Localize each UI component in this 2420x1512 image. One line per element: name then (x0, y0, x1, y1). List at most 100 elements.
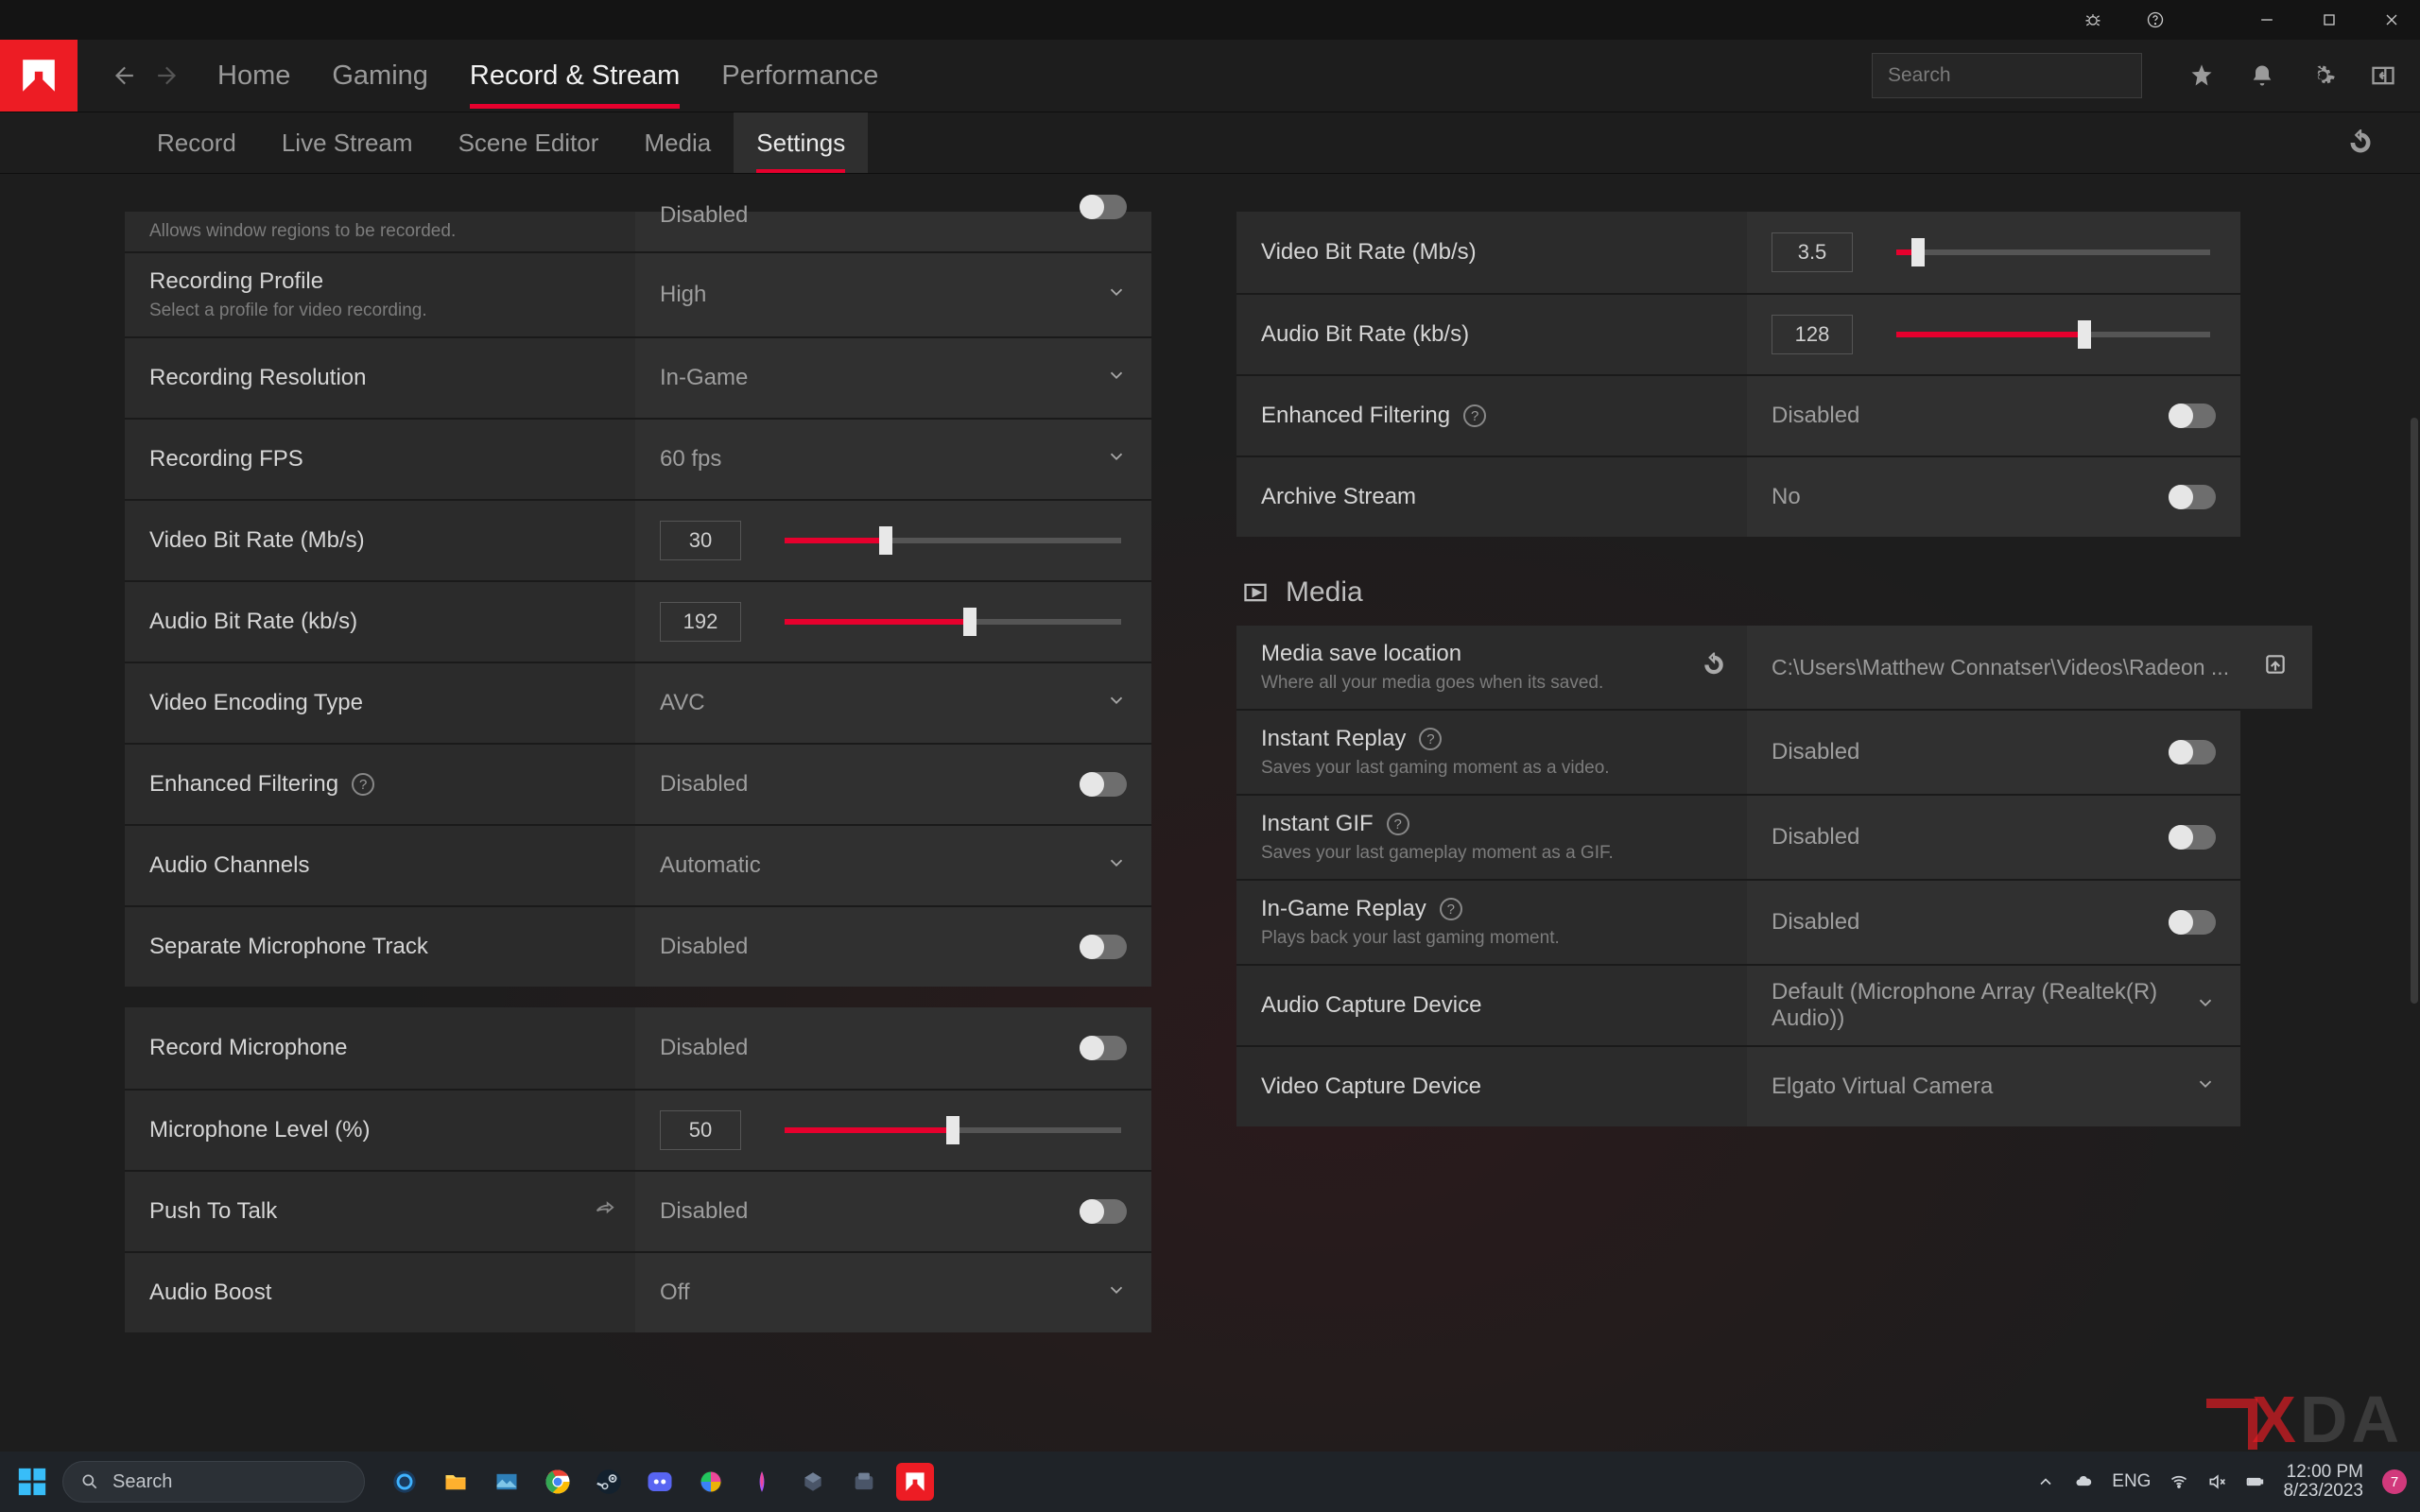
chevron-down-icon (2195, 1074, 2216, 1101)
help-icon[interactable]: ? (1440, 898, 1462, 920)
media-section-title: Media (1286, 576, 1363, 609)
setting-label: Recording FPS (149, 446, 611, 472)
toggle-switch[interactable] (2169, 404, 2216, 428)
setting-value-cell: 50 (635, 1091, 1151, 1170)
tray-time: 12:00 PM (2283, 1463, 2363, 1482)
app-chrome[interactable] (539, 1463, 577, 1501)
subnav-record[interactable]: Record (134, 112, 259, 173)
setting-value[interactable]: Elgato Virtual Camera (1772, 1074, 1993, 1100)
numeric-input[interactable]: 128 (1772, 315, 1853, 354)
subnav-media[interactable]: Media (621, 112, 734, 173)
amd-logo[interactable] (0, 40, 78, 112)
dock-icon[interactable] (2369, 61, 2397, 90)
app-generic-2[interactable] (743, 1463, 781, 1501)
bug-icon[interactable] (2072, 0, 2114, 40)
slider[interactable] (1896, 330, 2210, 339)
nav-performance[interactable]: Performance (721, 43, 878, 109)
app-copilot[interactable] (386, 1463, 424, 1501)
app-generic-4[interactable] (845, 1463, 883, 1501)
app-photos[interactable] (488, 1463, 526, 1501)
setting-value-cell: 128 (1747, 295, 2240, 374)
nav-arrows (110, 62, 182, 89)
setting-label-cell: Audio Bit Rate (kb/s) (1236, 295, 1747, 374)
open-folder-icon[interactable] (2263, 652, 2288, 683)
toggle-switch[interactable] (1080, 935, 1127, 959)
app-generic-1[interactable] (692, 1463, 730, 1501)
subnav-live-stream[interactable]: Live Stream (259, 112, 436, 173)
close-button[interactable] (2371, 0, 2412, 40)
app-generic-3[interactable] (794, 1463, 832, 1501)
help-icon[interactable] (2135, 0, 2176, 40)
slider[interactable] (1896, 248, 2210, 257)
reset-icon[interactable] (1702, 653, 1726, 682)
tray-language[interactable]: ENG (2112, 1471, 2151, 1492)
app-steam[interactable] (590, 1463, 628, 1501)
top-nav: Home Gaming Record & Stream Performance (0, 40, 2420, 112)
app-explorer[interactable] (437, 1463, 475, 1501)
bookmark-icon[interactable] (2187, 61, 2216, 90)
setting-value[interactable]: 60 fps (660, 446, 721, 472)
reset-icon[interactable] (2339, 112, 2382, 173)
scrollbar[interactable] (2411, 418, 2418, 1004)
toggle-switch[interactable] (2169, 740, 2216, 765)
help-icon[interactable]: ? (1387, 813, 1409, 835)
help-icon[interactable]: ? (1463, 404, 1486, 427)
slider[interactable] (785, 617, 1121, 627)
taskbar-search-label: Search (112, 1471, 172, 1493)
taskbar-search[interactable]: Search (62, 1461, 365, 1503)
setting-value[interactable]: In-Game (660, 365, 748, 391)
tray-onedrive-icon[interactable] (2074, 1472, 2093, 1491)
nav-home[interactable]: Home (217, 43, 290, 109)
setting-value: Disabled (660, 771, 748, 798)
subnav-scene-editor[interactable]: Scene Editor (436, 112, 622, 173)
tray-clock[interactable]: 12:00 PM 8/23/2023 (2283, 1463, 2363, 1501)
nav-gaming[interactable]: Gaming (332, 43, 428, 109)
numeric-input[interactable]: 192 (660, 602, 741, 642)
app-amd-software[interactable] (896, 1463, 934, 1501)
numeric-input[interactable]: 50 (660, 1110, 741, 1150)
setting-label: Video Bit Rate (Mb/s) (149, 527, 611, 554)
help-icon[interactable]: ? (1419, 728, 1442, 750)
numeric-input[interactable]: 30 (660, 521, 741, 560)
setting-value[interactable]: Automatic (660, 852, 761, 879)
slider[interactable] (785, 536, 1121, 545)
setting-value[interactable]: Off (660, 1280, 690, 1306)
help-icon[interactable]: ? (352, 773, 374, 796)
tray-battery-icon[interactable] (2245, 1472, 2264, 1491)
start-button[interactable] (13, 1463, 51, 1501)
minimize-button[interactable] (2246, 0, 2288, 40)
tray-wifi-icon[interactable] (2169, 1472, 2188, 1491)
toggle-switch[interactable] (2169, 910, 2216, 935)
numeric-input[interactable]: 3.5 (1772, 232, 1853, 272)
setting-value[interactable]: High (660, 282, 706, 308)
app-discord[interactable] (641, 1463, 679, 1501)
setting-value-cell: C:\Users\Matthew Connatser\Videos\Radeon… (1747, 626, 2312, 709)
share-icon[interactable] (594, 1199, 614, 1225)
setting-label-cell: Video Encoding Type (125, 663, 635, 743)
toggle-switch[interactable] (2169, 825, 2216, 850)
toggle-switch[interactable] (2169, 485, 2216, 509)
setting-value[interactable]: Default (Microphone Array (Realtek(R) Au… (1772, 979, 2174, 1032)
toggle-switch[interactable] (1080, 772, 1127, 797)
nav-back-button[interactable] (110, 62, 136, 89)
setting-value[interactable]: AVC (660, 690, 705, 716)
toggle-switch[interactable] (1080, 1036, 1127, 1060)
slider[interactable] (785, 1125, 1121, 1135)
search-box[interactable] (1872, 53, 2142, 98)
search-input[interactable] (1886, 63, 2146, 88)
tray-notification-badge[interactable]: 7 (2382, 1469, 2407, 1494)
setting-row: Video Bit Rate (Mb/s)3.5 (1236, 212, 2240, 293)
maximize-button[interactable] (2308, 0, 2350, 40)
nav-forward-button[interactable] (155, 62, 182, 89)
tray-volume-muted-icon[interactable] (2207, 1472, 2226, 1491)
nav-record-stream[interactable]: Record & Stream (470, 43, 680, 109)
settings-icon[interactable] (2308, 61, 2337, 90)
tray-chevron-icon[interactable] (2036, 1472, 2055, 1491)
toggle-switch[interactable] (1080, 1199, 1127, 1224)
setting-label-cell: Audio Channels (125, 826, 635, 905)
toggle-switch[interactable] (1080, 195, 1127, 219)
setting-sublabel: Allows window regions to be recorded. (149, 221, 611, 242)
setting-label-cell: In-Game Replay?Plays back your last gami… (1236, 881, 1747, 964)
notifications-icon[interactable] (2248, 61, 2276, 90)
subnav-settings[interactable]: Settings (734, 112, 868, 173)
